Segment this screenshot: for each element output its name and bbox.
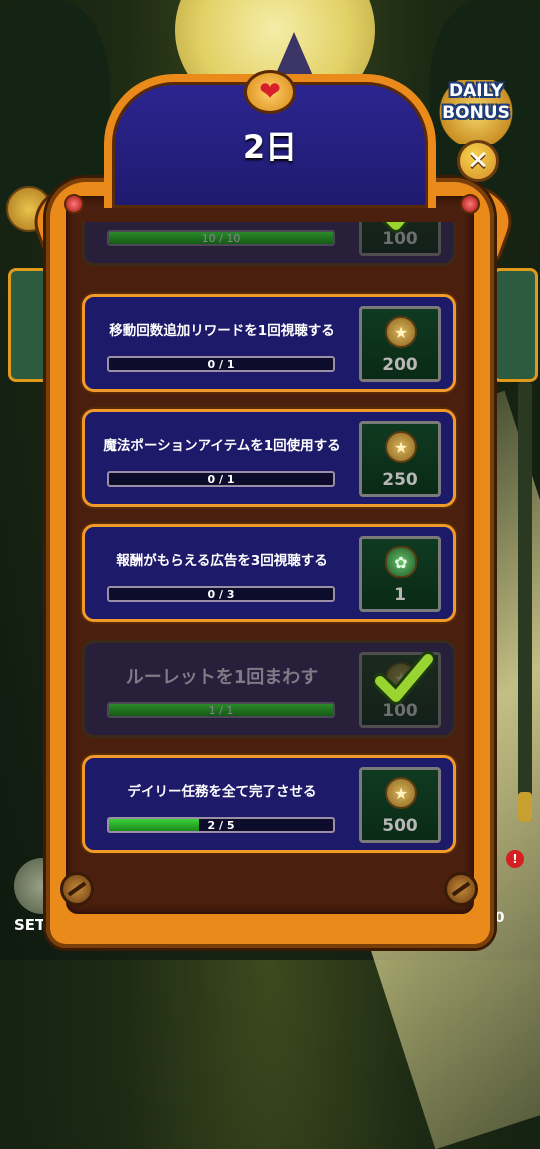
task-progress-text: 2 / 5 (207, 819, 235, 832)
task-progress-bar: 10 / 10 (107, 230, 335, 246)
background-scrollbar-thumb (518, 792, 532, 822)
checkmark-icon (381, 222, 409, 233)
task-reward-value: 500 (382, 816, 418, 836)
task-progress-text: 0 / 1 (207, 473, 235, 486)
task-title: 報酬がもらえる広告を3回視聴する (116, 553, 328, 569)
task-reward[interactable]: ★ 500 (359, 767, 441, 843)
task-reward[interactable]: ★100 (359, 651, 441, 728)
alert-badge: ! (506, 850, 524, 868)
task-list[interactable]: 10 / 10 ★100 移動回数追加リワードを1回視聴する 0 / 1 ★ 200 魔法ポ… (66, 222, 474, 854)
frame-bolt-left-icon (60, 872, 94, 906)
task-card[interactable]: ルーレットを1回まわす 1 / 1 ★ 100 (82, 640, 456, 738)
heart-gem-icon: ❤ (244, 70, 296, 114)
task-title: デイリー任務を全て完了させる (127, 784, 317, 800)
close-icon: ✕ (467, 146, 489, 176)
task-progress-bar: 0 / 1 (107, 471, 335, 487)
corner-gem-left (64, 194, 84, 214)
daily-bonus-button[interactable]: DAILY BONUS (436, 80, 516, 144)
task-reward[interactable]: ★100 (359, 222, 441, 256)
checkmark-icon (374, 651, 434, 705)
task-title: ルーレットを1回まわす (125, 667, 319, 688)
frame-bolt-right-icon (444, 872, 478, 906)
daily-bonus-line2: BONUS (442, 103, 510, 123)
task-progress-bar: 2 / 5 (107, 817, 335, 833)
task-progress-text: 0 / 3 (207, 588, 235, 601)
task-card[interactable]: 報酬がもらえる広告を3回視聴する 0 / 3 ✿ 1 (82, 524, 456, 622)
background-panel-right (492, 268, 538, 382)
task-title: 移動回数追加リワードを1回視聴する (109, 323, 335, 339)
page-title: 2日 (242, 128, 298, 166)
potion-icon: ✿ (385, 546, 417, 578)
task-progress-text: 1 / 1 (208, 704, 234, 717)
task-progress-bar: 0 / 3 (107, 586, 335, 602)
task-reward[interactable]: ★ 250 (359, 421, 441, 497)
task-card[interactable]: デイリー任務を全て完了させる 2 / 5 ★ 500 (82, 755, 456, 853)
task-reward-value: 250 (382, 470, 418, 490)
background-scrollbar (518, 382, 532, 822)
task-progress-text: 0 / 1 (207, 358, 235, 371)
task-title: 魔法ポーションアイテムを1回使用する (103, 438, 341, 454)
task-reward-value: 200 (382, 355, 418, 375)
daily-bonus-line1: DAILY (448, 81, 504, 101)
task-progress-bar: 1 / 1 (107, 702, 335, 718)
star-coin-icon: ★ (385, 777, 417, 809)
task-progress-text: 10 / 10 (201, 232, 241, 245)
task-card[interactable]: 魔法ポーションアイテムを1回使用する 0 / 1 ★ 250 (82, 409, 456, 507)
task-reward[interactable]: ★ 200 (359, 306, 441, 382)
star-coin-icon: ★ (385, 316, 417, 348)
task-reward[interactable]: ✿ 1 (359, 536, 441, 612)
star-coin-icon: ★ (385, 431, 417, 463)
close-button[interactable]: ✕ (457, 140, 499, 182)
task-card[interactable]: 10 / 10 ★100 (82, 222, 456, 266)
task-card[interactable]: 移動回数追加リワードを1回視聴する 0 / 1 ★ 200 (82, 294, 456, 392)
task-progress-bar: 0 / 1 (107, 356, 335, 372)
task-reward-value: 1 (394, 585, 406, 605)
corner-gem-right (460, 194, 480, 214)
